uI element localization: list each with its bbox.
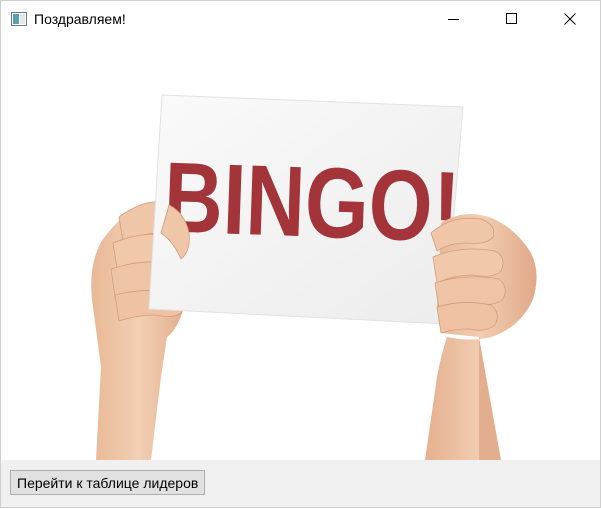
congratulations-image: BINGO! [1,37,600,460]
bingo-sign: BINGO! [148,94,464,325]
app-window: Поздравляем! BINGO! Перейти к таблице ли… [0,0,601,508]
sign-text: BINGO! [162,142,462,264]
right-hand [425,214,537,460]
minimize-icon [448,19,459,20]
app-icon [11,12,27,26]
title-bar[interactable]: Поздравляем! [1,1,600,37]
button-bar: Перейти к таблице лидеров [1,460,600,507]
close-button[interactable] [547,1,593,37]
window-title: Поздравляем! [34,11,126,27]
close-icon [564,13,576,25]
maximize-icon [506,13,517,24]
maximize-button[interactable] [489,1,535,37]
minimize-button[interactable] [431,1,477,37]
go-to-leaderboard-button[interactable]: Перейти к таблице лидеров [10,470,206,495]
bingo-illustration: BINGO! [91,94,537,460]
